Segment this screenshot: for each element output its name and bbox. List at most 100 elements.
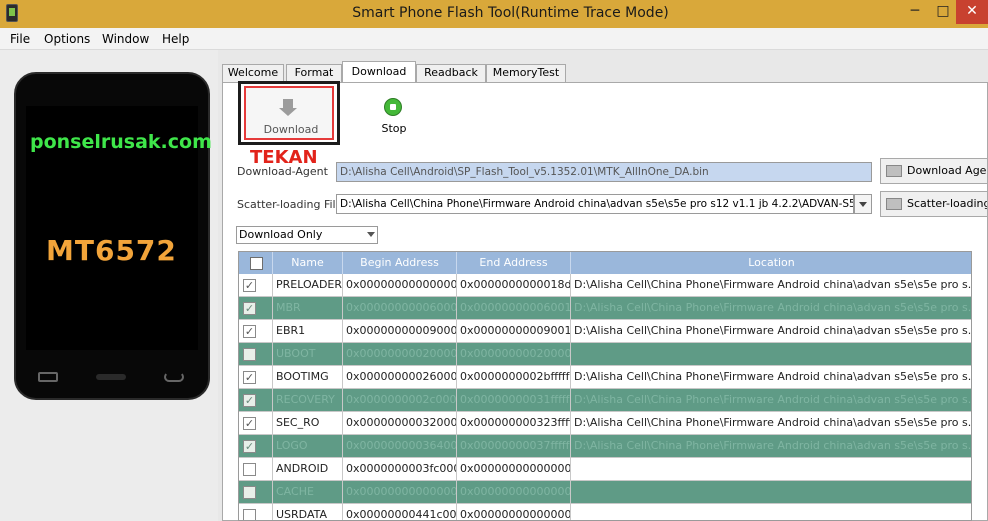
cell-location: [571, 481, 971, 503]
cell-begin: 0x0000000000600000: [343, 297, 457, 319]
cell-name: MBR: [273, 297, 343, 319]
cell-name: EBR1: [273, 320, 343, 342]
download-agent-button[interactable]: Download Agent: [880, 158, 988, 184]
cell-begin: 0x0000000002000000: [343, 343, 457, 365]
cell-name: CACHE: [273, 481, 343, 503]
row-checkbox-cell: ✓: [239, 274, 273, 296]
download-agent-label: Download-Agent: [237, 165, 328, 178]
row-checkbox-cell: ✓: [239, 412, 273, 434]
row-checkbox-cell: ✓: [239, 435, 273, 457]
download-arrow-icon: [283, 99, 293, 108]
cell-name: RECOVERY: [273, 389, 343, 411]
close-button[interactable]: ✕: [956, 0, 988, 24]
chevron-down-icon: [367, 232, 375, 237]
table-row[interactable]: ✓ SEC_RO0x00000000032000000x000000000323f…: [239, 412, 971, 435]
cell-name: ANDROID: [273, 458, 343, 480]
table-row[interactable]: ANDROID 0x0000000003fc0000 0x0000000000000…: [239, 458, 971, 481]
folder-icon: [886, 165, 902, 177]
scatter-file-field[interactable]: D:\Alisha Cell\China Phone\Firmware Andr…: [336, 194, 854, 214]
download-agent-button-label: Download Agent: [907, 164, 987, 177]
row-checkbox[interactable]: ✓: [243, 394, 256, 407]
cell-location: D:\Alisha Cell\China Phone\Firmware Andr…: [571, 297, 971, 319]
cell-begin: 0x0000000003fc0000: [343, 458, 457, 480]
table-row[interactable]: ✓ MBR0x00000000006000000x00000000006001ff…: [239, 297, 971, 320]
row-checkbox[interactable]: ✓: [243, 325, 256, 338]
table-row[interactable]: CACHE0x00000000000000000x000000000000000…: [239, 481, 971, 504]
folder-icon: [886, 198, 902, 210]
cell-end: 0x0000000000018d5f: [457, 274, 571, 296]
scatter-loading-button[interactable]: Scatter-loading: [880, 191, 988, 217]
maximize-button[interactable]: □: [930, 0, 956, 24]
stop-button-label[interactable]: Stop: [376, 122, 412, 135]
cell-end: 0x0000000000000000: [457, 458, 571, 480]
table-row[interactable]: ✓ LOGO0x00000000036400000x00000000037ffff…: [239, 435, 971, 458]
select-all-checkbox[interactable]: [250, 257, 263, 270]
menu-file[interactable]: File: [10, 32, 30, 46]
row-checkbox[interactable]: [243, 486, 256, 499]
cell-end: 0x0000000002000000: [457, 343, 571, 365]
tab-download-active[interactable]: Download: [342, 61, 416, 83]
cell-end: 0x00000000037fffff: [457, 435, 571, 457]
stop-icon[interactable]: [384, 98, 402, 116]
cell-name: PRELOADER: [273, 274, 343, 296]
row-checkbox-cell: ✓: [239, 366, 273, 388]
cell-location: D:\Alisha Cell\China Phone\Firmware Andr…: [571, 389, 971, 411]
cell-location: [571, 458, 971, 480]
scatter-loading-button-label: Scatter-loading: [907, 197, 988, 210]
home-key-icon: [96, 374, 126, 380]
download-agent-field[interactable]: D:\Alisha Cell\Android\SP_Flash_Tool_v5.…: [336, 162, 872, 182]
tab-memorytest[interactable]: MemoryTest: [486, 64, 566, 82]
row-checkbox[interactable]: [243, 348, 256, 361]
row-checkbox-cell: ✓: [239, 389, 273, 411]
cell-end: 0x0000000002bfffff: [457, 366, 571, 388]
table-row[interactable]: ✓ BOOTIMG0x00000000026000000x0000000002bf…: [239, 366, 971, 389]
table-header: Name Begin Address End Address Location: [239, 252, 971, 274]
cell-location: D:\Alisha Cell\China Phone\Firmware Andr…: [571, 274, 971, 296]
table-row[interactable]: ✓ RECOVERY0x0000000002c000000x00000000031…: [239, 389, 971, 412]
menu-window[interactable]: Window: [102, 32, 149, 46]
cell-begin: 0x0000000003200000: [343, 412, 457, 434]
tab-format[interactable]: Format: [286, 64, 342, 82]
window-title: Smart Phone Flash Tool(Runtime Trace Mod…: [352, 5, 669, 21]
row-checkbox[interactable]: ✓: [243, 440, 256, 453]
cell-location: [571, 343, 971, 365]
row-checkbox-cell: [239, 343, 273, 365]
cell-name: LOGO: [273, 435, 343, 457]
download-mode-value: Download Only: [239, 228, 323, 241]
cell-name: BOOTIMG: [273, 366, 343, 388]
cell-location: [571, 504, 971, 520]
phone-brand-text: ponselrusak.com: [30, 131, 212, 153]
cell-begin: 0x0000000002600000: [343, 366, 457, 388]
table-row[interactable]: ✓ EBR10x00000000009000000x00000000009001f…: [239, 320, 971, 343]
scatter-file-label: Scatter-loading File: [237, 198, 343, 211]
cell-begin: 0x0000000002c00000: [343, 389, 457, 411]
tab-readback[interactable]: Readback: [416, 64, 486, 82]
row-checkbox[interactable]: ✓: [243, 302, 256, 315]
cell-end: 0x0000000000000000: [457, 481, 571, 503]
download-mode-select[interactable]: Download Only: [236, 226, 378, 244]
row-checkbox[interactable]: ✓: [243, 417, 256, 430]
menu-bar: File Options Window Help: [0, 28, 988, 50]
row-checkbox[interactable]: [243, 509, 256, 520]
cell-location: D:\Alisha Cell\China Phone\Firmware Andr…: [571, 435, 971, 457]
row-checkbox-cell: [239, 504, 273, 520]
menu-help[interactable]: Help: [162, 32, 189, 46]
scatter-dropdown-icon[interactable]: [854, 194, 872, 214]
cell-name: UBOOT: [273, 343, 343, 365]
column-header-location: Location: [571, 252, 971, 274]
row-checkbox-cell: [239, 481, 273, 503]
header-select-all[interactable]: [239, 252, 273, 274]
table-row[interactable]: USRDATA0x00000000441c00000x0000000000000…: [239, 504, 971, 520]
menu-options[interactable]: Options: [44, 32, 90, 46]
row-checkbox[interactable]: ✓: [243, 371, 256, 384]
row-checkbox[interactable]: [243, 463, 256, 476]
table-row[interactable]: UBOOT0x00000000020000000x000000000200000…: [239, 343, 971, 366]
download-button[interactable]: Download: [244, 86, 334, 140]
row-checkbox[interactable]: ✓: [243, 279, 256, 292]
cell-begin: 0x0000000000000000: [343, 274, 457, 296]
cell-end: 0x00000000009001ff: [457, 320, 571, 342]
table-row[interactable]: ✓ PRELOADER0x00000000000000000x0000000000…: [239, 274, 971, 297]
minimize-button[interactable]: ─: [900, 0, 930, 24]
phone-image: ponselrusak.com MT6572: [14, 72, 212, 400]
tab-welcome[interactable]: Welcome: [222, 64, 284, 82]
